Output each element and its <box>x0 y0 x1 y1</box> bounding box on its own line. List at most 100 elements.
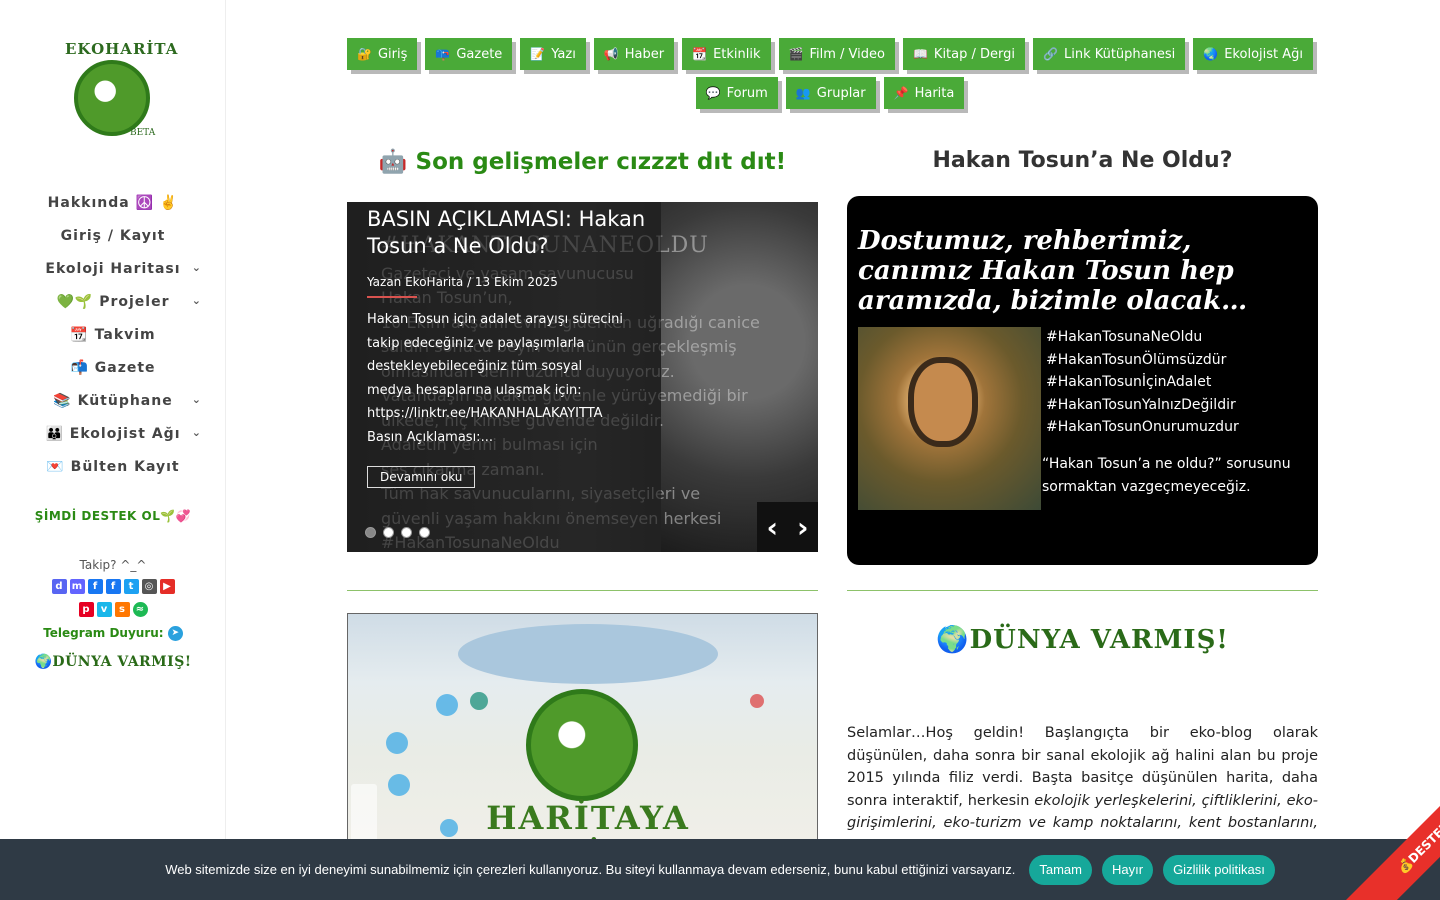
link-icon: 🔗 <box>1043 47 1058 61</box>
slider-arrows: ‹ › <box>757 502 818 552</box>
latest-news-heading: 🤖 Son gelişmeler cızzzt dıt dıt! <box>378 149 787 175</box>
sidebar-item-giris-kayit[interactable]: Giriş / Kayıt <box>0 219 226 252</box>
hashtag[interactable]: #HakanTosunOnurumuzdur <box>1046 416 1239 439</box>
nav-button-link-kutuphanesi[interactable]: 🔗 Link Kütüphanesi <box>1033 38 1186 70</box>
twitter-icon[interactable]: t <box>123 579 139 594</box>
slide-title[interactable]: BASIN AÇIKLAMASI: Hakan Tosun’a Ne Oldu? <box>367 206 657 260</box>
read-more-button[interactable]: Devamını oku <box>367 466 476 488</box>
globe-icon <box>526 689 638 801</box>
sidebar-item-hakkinda[interactable]: Hakkında ☮️ ✌️ <box>0 186 226 219</box>
map-marker <box>470 692 488 710</box>
sidebar-item-label: 📆 Takvim <box>70 326 156 343</box>
map-cta[interactable]: HARİTAYA ERİŞ! <box>458 799 718 842</box>
nav-button-forum[interactable]: 💬 Forum <box>695 77 778 109</box>
sidebar-item-ekoloji-haritasi[interactable]: Ekoloji Haritası ⌄ <box>0 252 226 285</box>
discord-icon[interactable]: d <box>51 579 67 594</box>
map-marker <box>386 732 408 754</box>
telegram-icon[interactable]: ➤ <box>167 626 183 641</box>
nav-button-etkinlik[interactable]: 📆 Etkinlik <box>682 38 771 70</box>
nav-button-haber[interactable]: 📢 Haber <box>593 38 675 70</box>
dunya-varmis-heading: 🌍DÜNYA VARMIŞ! <box>936 625 1229 655</box>
hakan-card: Dostumuz, rehberimiz, canımız Hakan Tosu… <box>847 196 1318 565</box>
nav-button-kitap-dergi[interactable]: 📖 Kitap / Dergi <box>902 38 1026 70</box>
map-link-image[interactable]: HARİTAYA ERİŞ! <box>347 613 818 843</box>
nav-button-label: Gazete <box>456 46 503 62</box>
nav-button-label: Giriş <box>377 46 408 62</box>
logo-beta: BETA <box>130 128 156 138</box>
nav-button-giris[interactable]: 🔐 Giriş <box>347 38 418 70</box>
mastodon-icon[interactable]: m <box>69 579 85 594</box>
cookie-accept-button[interactable]: Tamam <box>1029 854 1092 885</box>
facebook-page-icon[interactable]: f <box>105 579 121 594</box>
chevron-down-icon[interactable]: ⌄ <box>192 426 202 439</box>
nav-button-label: Link Kütüphanesi <box>1063 46 1176 62</box>
map-zoom-control[interactable] <box>351 784 377 842</box>
map-marker <box>440 819 458 837</box>
portrait-shape <box>908 357 978 447</box>
spotify-icon[interactable]: ≈ <box>132 602 148 617</box>
youtube-icon[interactable]: ▶ <box>159 579 175 594</box>
nav-button-label: Haber <box>624 46 665 62</box>
vimeo-icon[interactable]: v <box>96 602 112 617</box>
sidebar-item-kutuphane[interactable]: 📚 Kütüphane ⌄ <box>0 384 226 417</box>
chevron-down-icon[interactable]: ⌄ <box>192 261 202 274</box>
chevron-down-icon[interactable]: ⌄ <box>192 393 202 406</box>
map-marker <box>750 694 764 708</box>
slider-dot[interactable] <box>401 527 412 538</box>
privacy-policy-button[interactable]: Gizlilik politikası <box>1163 854 1275 885</box>
nav-button-gazete[interactable]: 📪 Gazete <box>425 38 513 70</box>
hashtag[interactable]: #HakanTosunÖlümsüzdür <box>1046 349 1239 372</box>
nav-button-label: Forum <box>726 85 768 101</box>
slide-excerpt: Hakan Tosun için adalet arayışı sürecini… <box>367 312 623 445</box>
pushpin-icon: 📌 <box>893 86 909 100</box>
map-marker <box>388 774 410 796</box>
instagram-icon[interactable]: ◎ <box>141 579 157 594</box>
cookie-text: Web sitemizde size en iyi deneyimi sunab… <box>165 862 1016 877</box>
sidebar-item-label: 💌 Bülten Kayıt <box>46 458 180 475</box>
sidebar: EKOHARİTA BETA Hakkında ☮️ ✌️ Giriş / Ka… <box>0 0 226 900</box>
sidebar-item-projeler[interactable]: 💚🌱 Projeler ⌄ <box>0 285 226 318</box>
map-marker <box>436 694 458 716</box>
pinterest-icon[interactable]: p <box>78 602 94 617</box>
sidebar-item-ekolojist-agi[interactable]: 👪 Ekolojist Ağı ⌄ <box>0 417 226 450</box>
hashtag[interactable]: #HakanTosunYalnızDeğildir <box>1046 394 1239 417</box>
chevron-down-icon[interactable]: ⌄ <box>192 294 202 307</box>
nav-button-harita[interactable]: 📌 Harita <box>883 77 965 109</box>
hashtag[interactable]: #HakanTosunaNeOldu <box>1046 326 1239 349</box>
nav-button-film-video[interactable]: 🎬 Film / Video <box>778 38 895 70</box>
news-slider[interactable]: #HAKANTOSUNANEOLDU Gazeteci ve yaşam sav… <box>347 202 818 552</box>
site-logo[interactable]: EKOHARİTA BETA <box>62 38 177 142</box>
top-nav: 🔐 Giriş 📪 Gazete 📝 Yazı 📢 Haber 📆 Etkinlik 🎬 F… <box>340 38 1320 116</box>
sidebar-item-gazete[interactable]: 📬 Gazete <box>0 351 226 384</box>
card-hashtags: #HakanTosunaNeOldu #HakanTosunÖlümsüzdür… <box>1046 326 1239 439</box>
nav-button-gruplar[interactable]: 👥 Gruplar <box>785 77 876 109</box>
slider-dot[interactable] <box>383 527 394 538</box>
support-link[interactable]: ŞİMDİ DESTEK OL🌱💞 <box>0 509 226 523</box>
sidebar-item-takvim[interactable]: 📆 Takvim <box>0 318 226 351</box>
sidebar-item-label: 💚🌱 Projeler <box>56 293 170 310</box>
calendar-icon: 📆 <box>692 47 708 61</box>
nav-button-ekolojist-agi[interactable]: 🌏 Ekolojist Ağı <box>1193 38 1313 70</box>
slide-divider <box>367 296 417 298</box>
telegram-announcement[interactable]: Telegram Duyuru: ➤ <box>0 626 226 641</box>
nav-button-label: Harita <box>914 85 955 101</box>
nav-button-yazi[interactable]: 📝 Yazı <box>520 38 586 70</box>
intro-paragraph: Selamlar…Hoş geldin! Başlangıçta bir eko… <box>847 722 1318 857</box>
arrow-right-icon[interactable]: › <box>797 511 809 544</box>
facebook-icon[interactable]: f <box>87 579 103 594</box>
dunya-varmis-logo[interactable]: 🌍DÜNYA VARMIŞ! <box>0 654 226 670</box>
slider-dots <box>365 527 430 538</box>
hashtag[interactable]: #HakanTosunİçinAdalet <box>1046 371 1239 394</box>
nav-button-label: Kitap / Dergi <box>933 46 1016 62</box>
slider-dot[interactable] <box>365 527 376 538</box>
slider-dot[interactable] <box>419 527 430 538</box>
sidebar-item-bulten-kayit[interactable]: 💌 Bülten Kayıt <box>0 450 226 483</box>
arrow-left-icon[interactable]: ‹ <box>766 511 778 544</box>
sidebar-nav: Hakkında ☮️ ✌️ Giriş / Kayıt Ekoloji Har… <box>0 186 226 483</box>
top-nav-row-1: 🔐 Giriş 📪 Gazete 📝 Yazı 📢 Haber 📆 Etkinlik 🎬 F… <box>340 38 1320 70</box>
soundcloud-icon[interactable]: s <box>114 602 130 617</box>
hakan-photo <box>858 327 1041 510</box>
cookie-reject-button[interactable]: Hayır <box>1102 854 1154 885</box>
social-icons-row-2: p v s ≈ <box>0 602 226 617</box>
map-sea <box>458 624 718 684</box>
